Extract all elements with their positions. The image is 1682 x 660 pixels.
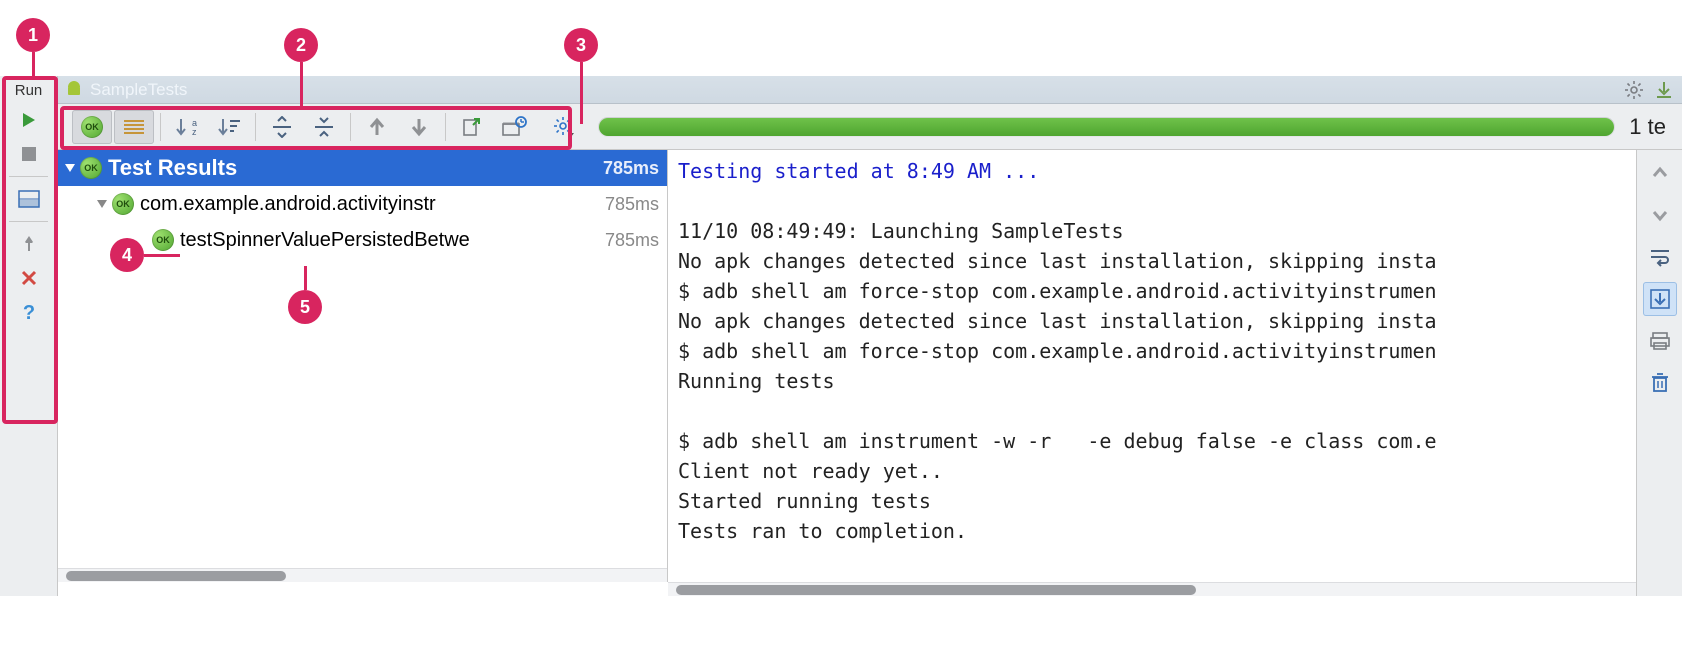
- tree-root-time: 785ms: [597, 158, 659, 179]
- console-body: 11/10 08:49:49: Launching SampleTests No…: [678, 219, 1437, 543]
- expand-all-button[interactable]: [262, 110, 302, 144]
- test-toolbar: OK az: [58, 104, 1682, 150]
- tree-test-row[interactable]: OK testSpinnerValuePersistedBetwe 785ms: [58, 222, 667, 258]
- callout-line-2: [300, 62, 303, 106]
- tree-test-label: testSpinnerValuePersistedBetwe: [180, 229, 470, 252]
- main-area: SampleTests OK: [58, 76, 1682, 596]
- tree-horizontal-scrollbar[interactable]: [58, 568, 667, 582]
- ok-badge-icon: OK: [152, 229, 174, 251]
- soft-wrap-button[interactable]: [1643, 240, 1677, 274]
- stop-button[interactable]: [13, 140, 45, 168]
- console-output[interactable]: Testing started at 8:49 AM ... 11/10 08:…: [668, 150, 1636, 582]
- disclosure-icon: [65, 164, 75, 172]
- sort-alphabetically-button[interactable]: az: [167, 110, 207, 144]
- configuration-title: SampleTests: [90, 80, 187, 100]
- ok-badge-icon: OK: [112, 193, 134, 215]
- body-split: OK Test Results 785ms OK com.example.and…: [58, 150, 1682, 582]
- console-first-line: Testing started at 8:49 AM ...: [678, 159, 1039, 183]
- svg-text:?: ?: [22, 302, 34, 323]
- ok-badge-icon: OK: [81, 116, 103, 138]
- console-right-gutter: [1636, 150, 1682, 582]
- run-tool-window: Run ? SampleTests: [0, 76, 1682, 596]
- tree-package-row[interactable]: OK com.example.android.activityinstr 785…: [58, 186, 667, 222]
- left-gutter: Run ?: [0, 76, 58, 596]
- layout-button[interactable]: [13, 185, 45, 213]
- download-icon[interactable]: [1654, 80, 1674, 100]
- export-results-button[interactable]: [452, 110, 492, 144]
- scroll-down-button[interactable]: [1643, 198, 1677, 232]
- test-tree[interactable]: OK Test Results 785ms OK com.example.and…: [58, 150, 667, 568]
- print-button[interactable]: [1643, 324, 1677, 358]
- test-settings-button[interactable]: [544, 110, 584, 144]
- clear-all-button[interactable]: [1643, 366, 1677, 400]
- rerun-button[interactable]: [13, 106, 45, 134]
- android-icon: [66, 81, 82, 99]
- callout-5: 5: [288, 290, 322, 324]
- callout-1: 1: [16, 18, 50, 52]
- tree-root-row[interactable]: OK Test Results 785ms: [58, 150, 667, 186]
- callout-line-1: [32, 52, 35, 76]
- scrollbar-thumb[interactable]: [66, 571, 286, 581]
- scroll-up-button[interactable]: [1643, 156, 1677, 190]
- tree-package-label: com.example.android.activityinstr: [140, 193, 436, 216]
- tree-test-time: 785ms: [599, 230, 659, 251]
- callout-4: 4: [110, 238, 144, 272]
- scroll-to-end-button[interactable]: [1643, 282, 1677, 316]
- gutter-separator-2: [9, 221, 49, 222]
- run-tab-label[interactable]: Run: [0, 80, 57, 100]
- settings-gear-icon[interactable]: [1624, 80, 1644, 100]
- sort-by-duration-button[interactable]: [209, 110, 249, 144]
- callout-line-3: [580, 62, 583, 124]
- callout-line-4: [144, 254, 180, 257]
- close-button[interactable]: [13, 264, 45, 292]
- gutter-separator: [9, 176, 49, 177]
- callout-3: 3: [564, 28, 598, 62]
- test-progress-bar: [598, 117, 1615, 137]
- disclosure-icon: [97, 200, 107, 208]
- collapse-all-button[interactable]: [304, 110, 344, 144]
- pin-button[interactable]: [13, 230, 45, 258]
- console-horizontal-scrollbar[interactable]: [668, 582, 1636, 596]
- tree-package-time: 785ms: [599, 194, 659, 215]
- progress-fill: [599, 118, 1614, 136]
- tree-root-label: Test Results: [108, 155, 237, 181]
- svg-text:z: z: [192, 127, 197, 137]
- show-passed-toggle[interactable]: OK: [72, 110, 112, 144]
- help-button[interactable]: ?: [13, 298, 45, 326]
- test-tree-pane: OK Test Results 785ms OK com.example.and…: [58, 150, 668, 582]
- next-failed-button[interactable]: [399, 110, 439, 144]
- test-count-label: 1 te: [1629, 114, 1674, 140]
- callout-line-5: [304, 266, 307, 290]
- callout-2: 2: [284, 28, 318, 62]
- console-pane: Testing started at 8:49 AM ... 11/10 08:…: [668, 150, 1682, 582]
- previous-failed-button[interactable]: [357, 110, 397, 144]
- import-results-button[interactable]: [494, 110, 534, 144]
- scrollbar-thumb[interactable]: [676, 585, 1196, 595]
- ok-badge-icon: OK: [80, 157, 102, 179]
- show-ignored-toggle[interactable]: [114, 110, 154, 144]
